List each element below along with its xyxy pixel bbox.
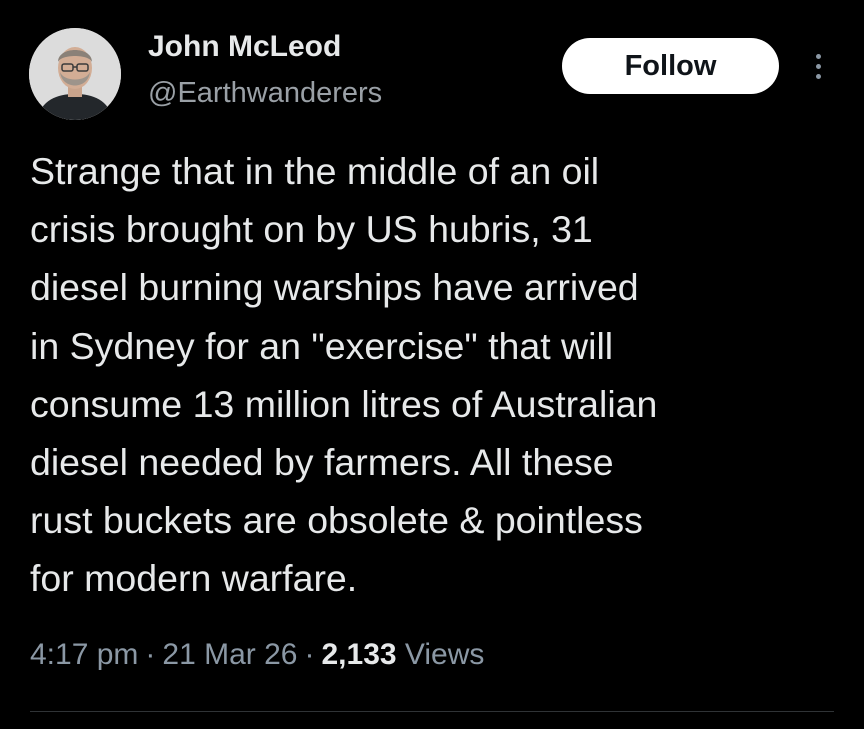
tweet-card: John McLeod @Earthwanderers Follow Stran… — [0, 0, 864, 729]
tweet-time[interactable]: 4:17 pm — [30, 638, 138, 671]
meta-separator: · — [304, 638, 315, 671]
tweet-text-line: crisis brought on by US hubris, 31 — [30, 208, 593, 251]
tweet-date[interactable]: 21 Mar 26 — [162, 638, 297, 671]
meta-separator: · — [145, 638, 156, 671]
more-dot — [815, 73, 821, 79]
author-handle[interactable]: @Earthwanderers — [148, 77, 382, 110]
more-options-icon[interactable] — [806, 46, 830, 86]
divider — [30, 711, 834, 712]
views-label: Views — [404, 638, 485, 671]
avatar[interactable] — [29, 28, 121, 120]
author-display-name[interactable]: John McLeod — [148, 30, 341, 64]
tweet-text-line: rust buckets are obsolete & pointless — [30, 499, 643, 542]
tweet-text-line: for modern warfare. — [30, 557, 358, 600]
follow-button[interactable]: Follow — [562, 38, 779, 94]
tweet-text-line: diesel needed by farmers. All these — [30, 441, 614, 484]
more-dot — [815, 53, 821, 59]
tweet-meta: 4:17 pm · 21 Mar 26 · 2,133 Views — [30, 638, 484, 672]
user-avatar-photo-icon — [29, 28, 121, 120]
tweet-text-line: Strange that in the middle of an oil — [30, 150, 600, 192]
tweet-text-line: diesel burning warships have arrived — [30, 266, 639, 309]
tweet-text-line: in Sydney for an "exercise" that will — [30, 324, 614, 367]
tweet-text: Strange that in the middle of an oil cri… — [30, 142, 845, 608]
views-count[interactable]: 2,133 — [321, 638, 396, 671]
more-dot — [815, 63, 821, 69]
tweet-text-line: consume 13 million litres of Australian — [30, 382, 658, 425]
